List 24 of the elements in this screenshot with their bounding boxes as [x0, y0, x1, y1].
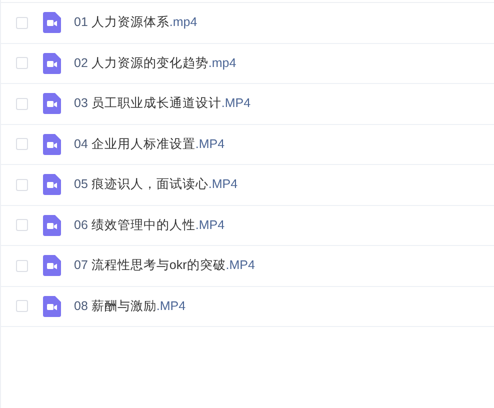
- file-name[interactable]: 07 流程性思考与okr的突破.MP4: [74, 256, 255, 276]
- file-name[interactable]: 08 薪酬与激励.MP4: [74, 296, 186, 316]
- checkbox[interactable]: [16, 138, 28, 150]
- file-name[interactable]: 06 绩效管理中的人性.MP4: [74, 216, 225, 235]
- checkbox[interactable]: [16, 260, 28, 272]
- file-name[interactable]: 01 人力资源体系.mp4: [74, 13, 198, 32]
- file-name[interactable]: 04 企业用人标准设置.MP4: [74, 134, 225, 154]
- checkbox[interactable]: [16, 300, 28, 312]
- video-file-icon: [43, 214, 61, 236]
- video-file-icon: [43, 174, 61, 196]
- checkbox[interactable]: [16, 98, 28, 110]
- file-name[interactable]: 02 人力资源的变化趋势.mp4: [74, 54, 236, 73]
- checkbox[interactable]: [16, 219, 28, 232]
- video-file-icon: [43, 134, 61, 155]
- file-name[interactable]: 03 员工职业成长通道设计.MP4: [74, 94, 251, 114]
- video-file-icon: [43, 296, 61, 317]
- video-file-icon: [43, 93, 61, 114]
- checkbox[interactable]: [16, 16, 28, 29]
- video-file-icon: [43, 255, 61, 276]
- file-name[interactable]: 05 痕迹识人，面试读心.MP4: [74, 175, 238, 194]
- video-file-icon: [43, 12, 61, 34]
- checkbox[interactable]: [16, 178, 28, 191]
- video-file-icon: [43, 52, 61, 74]
- checkbox[interactable]: [16, 57, 28, 70]
